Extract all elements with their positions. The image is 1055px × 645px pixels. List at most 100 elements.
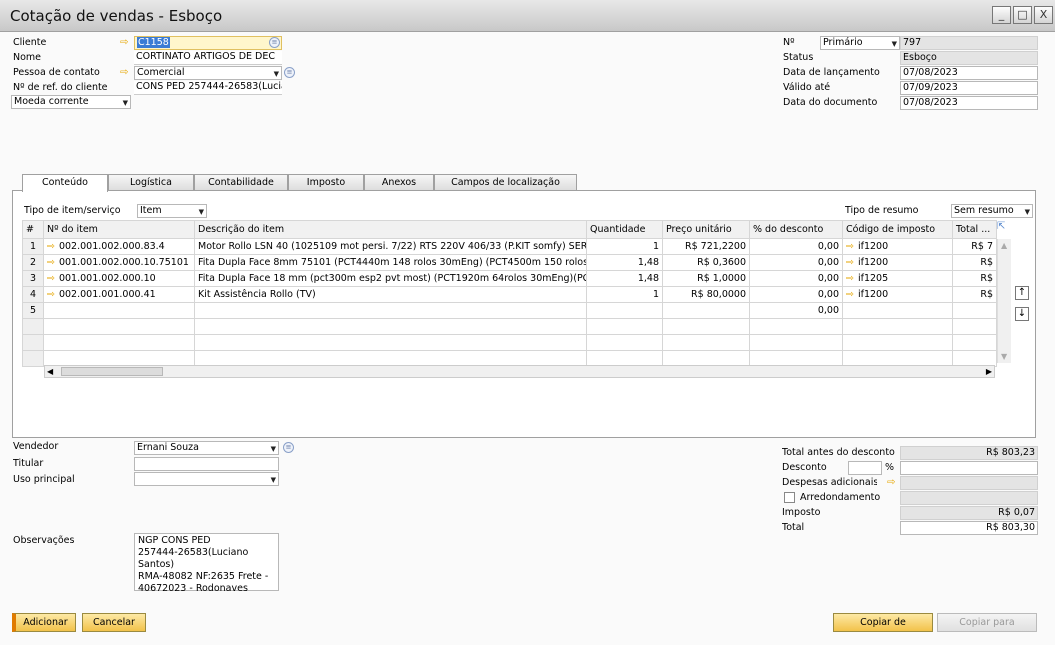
scroll-down-icon[interactable]: ▼ bbox=[1001, 352, 1007, 361]
col-header-num[interactable]: # bbox=[22, 220, 44, 239]
scroll-up-icon[interactable]: ▲ bbox=[1001, 241, 1007, 250]
cliente-field[interactable]: C1158 bbox=[134, 36, 282, 50]
discount-cell[interactable]: 0,00 bbox=[749, 254, 843, 271]
col-header-discount[interactable]: % do desconto bbox=[749, 220, 843, 239]
total-cell[interactable]: R$ bbox=[952, 286, 997, 303]
scroll-thumb[interactable] bbox=[61, 367, 163, 376]
tax-code-cell[interactable] bbox=[842, 302, 953, 319]
horizontal-scrollbar[interactable]: ◀ ▶ bbox=[44, 365, 995, 378]
link-arrow-icon[interactable]: ⇨ bbox=[47, 241, 55, 252]
item-no-cell[interactable]: ⇨ 001.001.002.000.10.75101 bbox=[43, 254, 195, 271]
vendedor-select[interactable]: Ernani Souza bbox=[134, 441, 279, 455]
tax-code-cell[interactable]: ⇨ if1205 bbox=[842, 270, 953, 287]
tipo-item-select[interactable]: Item bbox=[137, 204, 207, 218]
table-row[interactable]: 4 ⇨ 002.001.001.000.41 Kit Assistência Ro… bbox=[22, 286, 997, 303]
discount-cell[interactable]: 0,00 bbox=[749, 270, 843, 287]
vertical-scrollbar[interactable]: ▲ ▼ bbox=[997, 239, 1011, 363]
scroll-right-icon[interactable]: ▶ bbox=[986, 367, 992, 376]
cancelar-button[interactable]: Cancelar bbox=[82, 613, 146, 632]
item-no-cell[interactable] bbox=[43, 302, 195, 319]
item-no-cell[interactable]: ⇨ 001.001.002.000.10 bbox=[43, 270, 195, 287]
doc-date-field[interactable]: 07/08/2023 bbox=[900, 96, 1038, 110]
tax-code-cell[interactable]: ⇨ if1200 bbox=[842, 254, 953, 271]
list-icon[interactable]: ≡ bbox=[283, 442, 294, 453]
resumo-select[interactable]: Sem resumo bbox=[951, 204, 1033, 218]
moeda-select[interactable]: Moeda corrente bbox=[11, 95, 131, 109]
desconto-pct-field[interactable] bbox=[848, 461, 882, 475]
series-select[interactable]: Primário bbox=[820, 36, 900, 50]
link-arrow-icon[interactable]: ⇨ bbox=[47, 289, 55, 300]
link-arrow-icon[interactable]: ⇨ bbox=[120, 68, 132, 78]
tax-code-cell[interactable]: ⇨ if1200 bbox=[842, 238, 953, 255]
copiar-de-button[interactable]: Copiar de bbox=[833, 613, 933, 632]
unit-price-cell[interactable]: R$ 0,3600 bbox=[662, 254, 750, 271]
list-icon[interactable]: ≡ bbox=[284, 67, 295, 78]
link-arrow-icon[interactable]: ⇨ bbox=[120, 38, 132, 48]
tab-campos-localizacao[interactable]: Campos de localização bbox=[434, 174, 577, 191]
minimize-button[interactable]: _ bbox=[992, 6, 1011, 24]
tax-code-cell[interactable]: ⇨ if1200 bbox=[842, 286, 953, 303]
unit-price-cell[interactable]: R$ 721,2200 bbox=[662, 238, 750, 255]
uso-principal-select[interactable] bbox=[134, 472, 279, 486]
table-row[interactable]: 5 0,00 bbox=[22, 302, 997, 319]
unit-price-cell[interactable]: R$ 80,0000 bbox=[662, 286, 750, 303]
unit-price-cell[interactable] bbox=[662, 302, 750, 319]
nome-field[interactable]: CORTINATO ARTIGOS DE DEC bbox=[134, 51, 282, 65]
tab-anexos[interactable]: Anexos bbox=[364, 174, 434, 191]
tab-contabilidade[interactable]: Contabilidade bbox=[194, 174, 288, 191]
tab-logistica[interactable]: Logística bbox=[108, 174, 194, 191]
discount-cell[interactable]: 0,00 bbox=[749, 238, 843, 255]
unit-price-cell[interactable]: R$ 1,0000 bbox=[662, 270, 750, 287]
col-header-unit-price[interactable]: Preço unitário bbox=[662, 220, 750, 239]
observacoes-textarea[interactable]: NGP CONS PED 257444-26583(Luciano Santos… bbox=[134, 533, 279, 594]
link-arrow-icon[interactable]: ⇨ bbox=[846, 289, 854, 300]
description-cell[interactable]: Kit Assistência Rollo (TV) bbox=[194, 286, 587, 303]
contato-select[interactable]: Comercial bbox=[134, 66, 282, 80]
col-header-quantity[interactable]: Quantidade bbox=[586, 220, 663, 239]
link-arrow-icon[interactable]: ⇨ bbox=[887, 478, 899, 488]
tab-conteudo[interactable]: Conteúdo bbox=[22, 174, 108, 192]
link-arrow-icon[interactable]: ⇨ bbox=[47, 273, 55, 284]
expand-grid-icon[interactable]: ⇱ bbox=[997, 222, 1008, 233]
quantity-cell[interactable] bbox=[586, 302, 663, 319]
adicionar-button[interactable]: Adicionar bbox=[12, 613, 76, 632]
move-row-up-button[interactable]: ↑ bbox=[1015, 286, 1029, 300]
discount-cell[interactable]: 0,00 bbox=[749, 302, 843, 319]
quantity-cell[interactable]: 1,48 bbox=[586, 270, 663, 287]
item-no-cell[interactable]: ⇨ 002.001.001.000.41 bbox=[43, 286, 195, 303]
total-cell[interactable] bbox=[952, 302, 997, 319]
quantity-cell[interactable]: 1,48 bbox=[586, 254, 663, 271]
col-header-total[interactable]: Total ... bbox=[952, 220, 997, 239]
link-arrow-icon[interactable]: ⇨ bbox=[846, 241, 854, 252]
description-cell[interactable]: Fita Dupla Face 8mm 75101 (PCT4440m 148 … bbox=[194, 254, 587, 271]
titular-field[interactable] bbox=[134, 457, 279, 471]
valido-field[interactable]: 07/09/2023 bbox=[900, 81, 1038, 95]
ref-field[interactable]: CONS PED 257444-26583(Luciano bbox=[134, 81, 282, 95]
total-cell[interactable]: R$ bbox=[952, 254, 997, 271]
tab-imposto[interactable]: Imposto bbox=[288, 174, 364, 191]
quantity-cell[interactable]: 1 bbox=[586, 238, 663, 255]
quantity-cell[interactable]: 1 bbox=[586, 286, 663, 303]
description-cell[interactable]: Fita Dupla Face 18 mm (pct300m esp2 pvt … bbox=[194, 270, 587, 287]
col-header-item-no[interactable]: Nº do item bbox=[43, 220, 195, 239]
col-header-tax-code[interactable]: Código de imposto bbox=[842, 220, 953, 239]
desconto-field[interactable] bbox=[900, 461, 1038, 475]
move-row-down-button[interactable]: ↓ bbox=[1015, 307, 1029, 321]
discount-cell[interactable]: 0,00 bbox=[749, 286, 843, 303]
table-row[interactable]: 3 ⇨ 001.001.002.000.10 Fita Dupla Face 18… bbox=[22, 270, 997, 287]
arredondamento-checkbox[interactable] bbox=[784, 492, 795, 503]
total-cell[interactable]: R$ bbox=[952, 270, 997, 287]
item-no-cell[interactable]: ⇨ 002.001.002.000.83.4 bbox=[43, 238, 195, 255]
close-button[interactable]: X bbox=[1034, 6, 1053, 24]
link-arrow-icon[interactable]: ⇨ bbox=[846, 257, 854, 268]
maximize-button[interactable]: □ bbox=[1013, 6, 1032, 24]
col-header-description[interactable]: Descrição do item bbox=[194, 220, 587, 239]
description-cell[interactable] bbox=[194, 302, 587, 319]
list-icon[interactable]: ≡ bbox=[269, 37, 280, 48]
table-row[interactable]: 1 ⇨ 002.001.002.000.83.4 Motor Rollo LSN … bbox=[22, 238, 997, 255]
link-arrow-icon[interactable]: ⇨ bbox=[47, 257, 55, 268]
total-cell[interactable]: R$ 7 bbox=[952, 238, 997, 255]
scroll-left-icon[interactable]: ◀ bbox=[47, 367, 53, 376]
table-row[interactable]: 2 ⇨ 001.001.002.000.10.75101 Fita Dupla F… bbox=[22, 254, 997, 271]
link-arrow-icon[interactable]: ⇨ bbox=[846, 273, 854, 284]
